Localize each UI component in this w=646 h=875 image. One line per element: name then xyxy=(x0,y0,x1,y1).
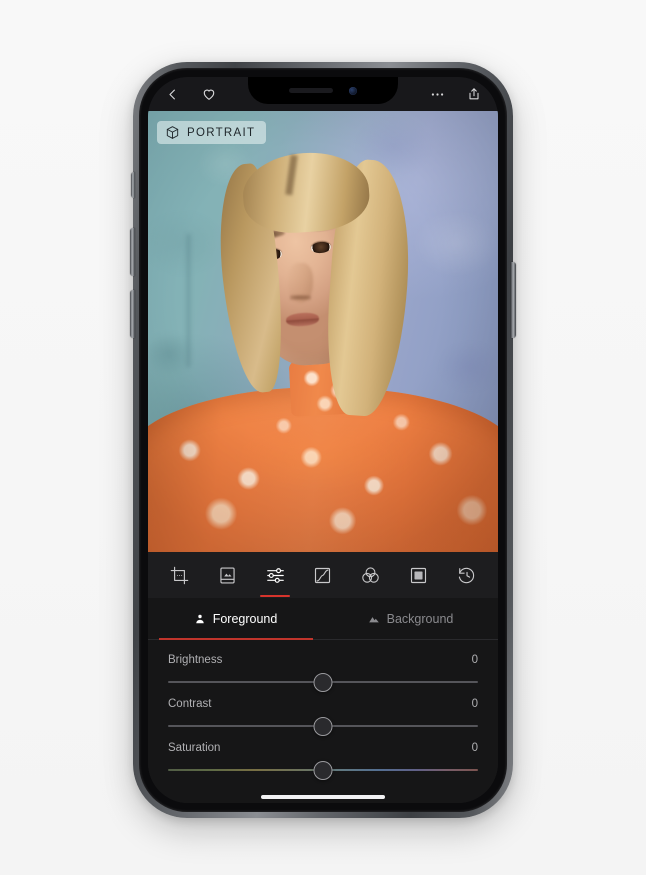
tool-adjust[interactable] xyxy=(258,556,292,597)
tab-foreground-label: Foreground xyxy=(212,611,278,626)
heart-icon[interactable] xyxy=(199,85,218,104)
slider-list: Brightness 0 Contrast 0 Saturation 0 xyxy=(148,640,498,786)
editor-panel: Foreground Background Brightness 0 Contr… xyxy=(148,552,498,803)
person-icon xyxy=(194,613,206,625)
notch xyxy=(248,77,398,104)
tool-curves[interactable] xyxy=(306,556,340,594)
tab-foreground-underline xyxy=(158,638,313,640)
phone-screen: PORTRAIT Foreground Background Brightnes… xyxy=(148,77,498,803)
front-camera-icon xyxy=(349,86,357,95)
page-background: PORTRAIT Foreground Background Brightnes… xyxy=(0,0,646,875)
earpiece-speaker xyxy=(289,88,333,93)
slider-saturation-knob[interactable] xyxy=(313,760,333,780)
home-indicator[interactable] xyxy=(261,795,385,799)
top-bar-left-group xyxy=(163,85,218,104)
slider-contrast-head: Contrast 0 xyxy=(168,698,478,710)
tab-background-label: Background xyxy=(386,611,454,626)
phone-bezel: PORTRAIT Foreground Background Brightnes… xyxy=(139,68,507,812)
tool-vignette[interactable] xyxy=(401,556,435,594)
top-bar-right-group xyxy=(428,85,483,104)
photo-subject xyxy=(148,111,498,552)
portrait-mode-badge[interactable]: PORTRAIT xyxy=(157,121,267,144)
slider-saturation-value: 0 xyxy=(471,742,478,754)
slider-row-saturation: Saturation 0 xyxy=(168,742,478,780)
cube-icon xyxy=(165,125,180,140)
silent-switch[interactable] xyxy=(131,172,135,198)
share-icon[interactable] xyxy=(464,85,483,104)
phone-device-frame: PORTRAIT Foreground Background Brightnes… xyxy=(130,62,516,818)
tool-presets[interactable] xyxy=(211,556,245,594)
slider-row-brightness: Brightness 0 xyxy=(168,654,478,692)
slider-brightness-value: 0 xyxy=(471,654,478,666)
mountain-icon xyxy=(368,613,380,625)
volume-up-button[interactable] xyxy=(130,228,135,276)
slider-saturation-label: Saturation xyxy=(168,742,221,754)
tab-background[interactable]: Background xyxy=(323,598,498,639)
tool-strip xyxy=(148,552,498,598)
subject-nostrils xyxy=(289,294,311,302)
tool-adjust-underline xyxy=(260,595,291,597)
slider-brightness-label: Brightness xyxy=(168,654,223,666)
slider-brightness-control[interactable] xyxy=(168,672,478,692)
back-button[interactable] xyxy=(163,85,182,104)
portrait-badge-label: PORTRAIT xyxy=(187,126,256,139)
slider-saturation-control[interactable] xyxy=(168,760,478,780)
tool-history[interactable] xyxy=(449,556,483,594)
mask-tabs: Foreground Background xyxy=(148,598,498,640)
photo-image xyxy=(148,111,498,552)
slider-contrast-control[interactable] xyxy=(168,716,478,736)
photo-canvas[interactable]: PORTRAIT xyxy=(148,111,498,552)
volume-down-button[interactable] xyxy=(130,290,135,338)
slider-brightness-knob[interactable] xyxy=(313,672,333,692)
slider-contrast-knob[interactable] xyxy=(313,716,333,736)
slider-contrast-value: 0 xyxy=(471,698,478,710)
slider-row-contrast: Contrast 0 xyxy=(168,698,478,736)
power-button[interactable] xyxy=(511,262,516,338)
tab-foreground[interactable]: Foreground xyxy=(148,598,323,640)
slider-brightness-head: Brightness 0 xyxy=(168,654,478,666)
slider-saturation-head: Saturation 0 xyxy=(168,742,478,754)
more-options-button[interactable] xyxy=(428,85,447,104)
tool-crop[interactable] xyxy=(163,556,197,594)
slider-contrast-label: Contrast xyxy=(168,698,212,710)
tool-color-mixer[interactable] xyxy=(354,556,388,594)
home-indicator-area xyxy=(148,786,498,803)
